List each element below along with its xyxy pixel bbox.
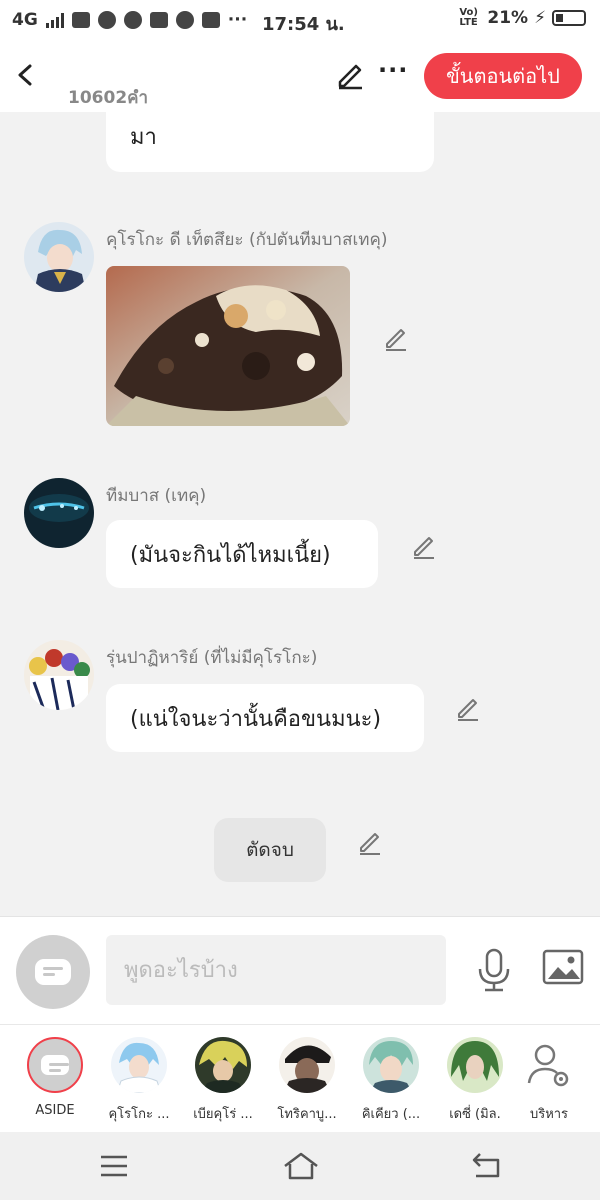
return-icon (472, 1153, 500, 1178)
avatar-image (363, 1037, 419, 1093)
character-selector: ASIDE คุโรโกะ ... เบียคุโร่ ... โทริคาบู… (0, 1024, 600, 1132)
message-bubble[interactable]: (แน่ใจนะว่านั้นคือขนมนะ) (106, 684, 424, 752)
volte-icon: Vo) LTE (459, 7, 478, 28)
pencil-icon (360, 833, 380, 855)
menu-icon (101, 1155, 127, 1177)
chrome-icon-2 (123, 11, 142, 29)
menu-button[interactable] (98, 1150, 130, 1182)
network-type: 4G (12, 10, 38, 30)
character-aside[interactable]: ASIDE (13, 1037, 97, 1118)
home-icon (284, 1152, 318, 1180)
avatar-image (24, 222, 94, 292)
character-name: คิเคียว (... (361, 1107, 421, 1122)
character-kuroko[interactable]: คุโรโกะ ... (97, 1037, 181, 1124)
message-bubble-partial[interactable]: มา (106, 112, 434, 172)
clock: 17:54 น. (262, 14, 345, 35)
speaker-name: คุโรโกะ ดี เท็ตสึยะ (กัปตันทีมบาสเทคุ) (106, 230, 388, 250)
character-daisy[interactable]: เดซี่ (มิล. (433, 1037, 517, 1124)
character-torikabuto[interactable]: โทริคาบู... (265, 1037, 349, 1124)
message-photo[interactable] (106, 266, 350, 426)
pencil-icon (338, 64, 362, 90)
message-text: (มันจะกินได้ไหมเนี้ย) (130, 542, 331, 568)
notification-icon (149, 12, 168, 28)
image-upload-button[interactable] (542, 949, 584, 985)
more-options-button[interactable]: ··· (378, 56, 408, 84)
next-step-button[interactable]: ขั้นตอนต่อไป (424, 53, 582, 99)
charging-icon: ⚡ (534, 8, 546, 28)
chrome-icon (97, 11, 116, 29)
pencil-icon (458, 699, 478, 721)
edit-message-button[interactable] (382, 324, 410, 352)
youtube-icon (201, 12, 220, 28)
manage-icon (521, 1037, 577, 1093)
character-name: บริหาร (529, 1107, 569, 1122)
edit-message-button[interactable] (454, 694, 482, 722)
top-bar: 10602คำ ··· ขั้นตอนต่อไป (0, 40, 600, 112)
character-name: โทริคาบู... (277, 1107, 337, 1122)
character-byakuro[interactable]: เบียคุโร่ ... (181, 1037, 265, 1124)
message-text: มา (130, 125, 157, 150)
back-arrow-icon (18, 64, 32, 86)
message-input[interactable] (106, 935, 446, 1005)
battery-icon (552, 10, 586, 26)
more-notifications-icon: ··· (227, 10, 248, 30)
status-left: 4G ··· (12, 10, 247, 30)
battery-percent: 21% (487, 8, 529, 28)
edit-button[interactable] (334, 58, 366, 90)
avatar-image (195, 1037, 251, 1093)
aside-avatar (27, 1037, 83, 1093)
user-settings-icon (527, 1044, 569, 1087)
status-bar: 4G ··· 17:54 น. Vo) LTE 21% ⚡ (0, 0, 600, 40)
speaker-name: รุ่นปาฏิหาริย์ (ที่ไม่มีคุโรโกะ) (106, 648, 318, 668)
edit-end-button[interactable] (356, 828, 384, 856)
character-kikyo[interactable]: คิเคียว (... (349, 1037, 433, 1124)
avatar-team[interactable] (24, 478, 94, 548)
edit-message-button[interactable] (410, 532, 438, 560)
character-name: ASIDE (35, 1103, 75, 1118)
back-nav-button[interactable] (470, 1150, 502, 1182)
back-button[interactable] (12, 60, 40, 90)
chat-bubble-icon (35, 959, 71, 985)
avatar-image (111, 1037, 167, 1093)
character-name: เบียคุโร่ ... (193, 1107, 253, 1122)
character-avatar (195, 1037, 251, 1093)
pencil-icon (414, 537, 434, 559)
character-avatar (363, 1037, 419, 1093)
character-avatar (111, 1037, 167, 1093)
character-name: เดซี่ (มิล. (449, 1107, 501, 1122)
microphone-button[interactable] (476, 947, 512, 993)
avatar-image (447, 1037, 503, 1093)
signal-icon (45, 12, 64, 28)
avatar-image (279, 1037, 335, 1093)
character-avatar (447, 1037, 503, 1093)
microphone-icon (478, 948, 510, 992)
chat-bubble-icon (41, 1055, 69, 1075)
speaker-name: ทีมบาส (เทคุ) (106, 486, 207, 506)
cake-photo (106, 266, 350, 426)
home-button[interactable] (282, 1150, 320, 1182)
avatar-image (24, 640, 94, 710)
word-count: 10602คำ (68, 88, 149, 108)
pencil-icon (386, 329, 406, 351)
character-name: คุโรโกะ ... (108, 1107, 170, 1122)
end-story-button[interactable]: ตัดจบ (214, 818, 326, 882)
message-text: (แน่ใจนะว่านั้นคือขนมนะ) (130, 706, 382, 732)
system-nav-bar (0, 1132, 600, 1200)
mail-icon (71, 12, 90, 28)
chat-area[interactable]: มา คุโรโกะ ดี เท็ตสึยะ (กัปตันทีมบาสเทคุ… (0, 112, 600, 916)
avatar-miracles[interactable] (24, 640, 94, 710)
message-bubble[interactable]: (มันจะกินได้ไหมเนี้ย) (106, 520, 378, 588)
status-right: Vo) LTE 21% ⚡ (459, 8, 586, 28)
avatar-kuroko[interactable] (24, 222, 94, 292)
character-manage-button[interactable]: บริหาร (507, 1037, 591, 1124)
avatar-image (24, 478, 94, 548)
input-bar (0, 916, 600, 1024)
character-avatar (279, 1037, 335, 1093)
image-icon (542, 949, 584, 985)
aside-toggle-button[interactable] (16, 935, 90, 1009)
app-icon (175, 11, 194, 29)
